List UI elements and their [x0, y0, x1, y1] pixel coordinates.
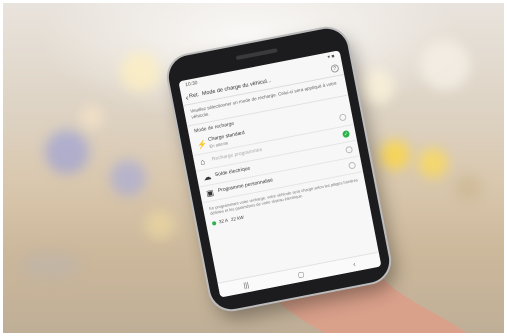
radio-unchecked-icon[interactable]	[348, 161, 357, 170]
status-time: 10:30	[184, 80, 199, 89]
radio-checked-icon[interactable]: ✓	[341, 129, 351, 139]
home-icon[interactable]: ▢	[297, 270, 305, 279]
back-label[interactable]: Ret.	[189, 92, 200, 100]
radio-unchecked-icon[interactable]	[338, 113, 347, 122]
photo-scene: 10:30 ▾ ■ ‹ Ret. Mode de charge du véhic…	[0, 0, 507, 336]
value-label: 32 A	[218, 217, 229, 225]
help-icon[interactable]: ?	[330, 63, 340, 74]
status-dot-icon	[211, 220, 217, 226]
recent-apps-icon[interactable]: |||	[243, 281, 250, 289]
nav-back-icon[interactable]: ‹	[353, 261, 357, 268]
status-icons: ▾ ■	[327, 53, 336, 61]
radio-unchecked-icon[interactable]	[345, 145, 354, 154]
speaker-grille	[235, 48, 278, 61]
value-value: 22 kW	[230, 214, 245, 223]
charge-mode-label: Solde électrique	[214, 165, 251, 179]
phone-screen: 10:30 ▾ ■ ‹ Ret. Mode de charge du véhic…	[178, 50, 382, 298]
